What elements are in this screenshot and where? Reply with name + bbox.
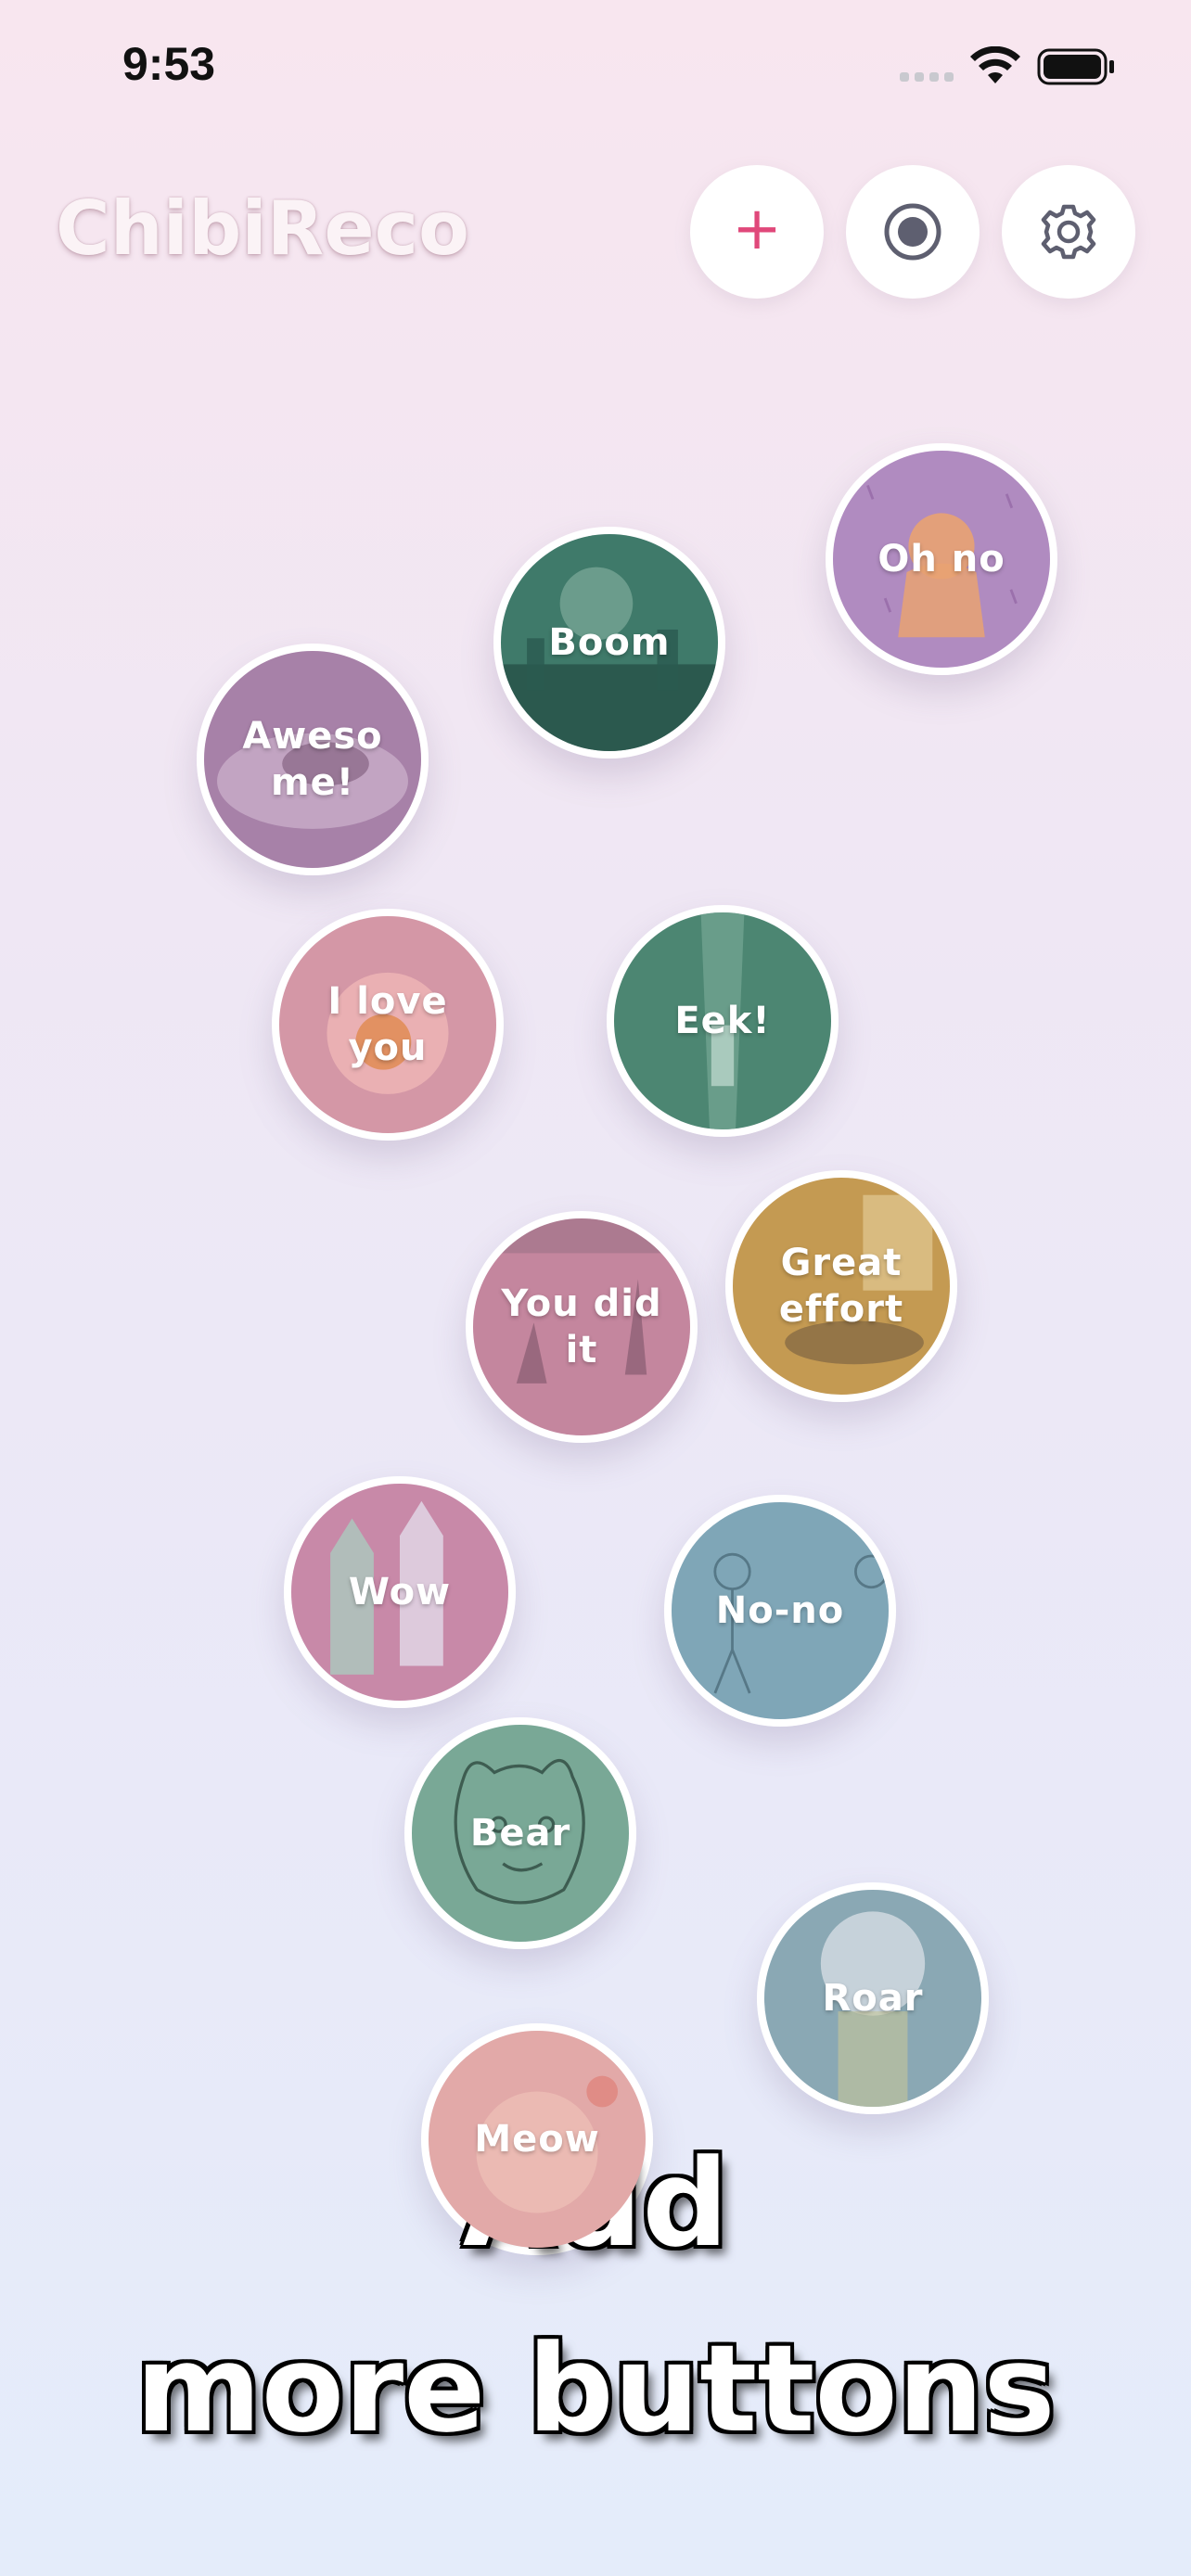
sound-button-label: Aweso me!	[242, 715, 383, 804]
status-bar: 9:53	[0, 0, 1191, 130]
sound-button-you-did-it[interactable]: You did it	[466, 1211, 698, 1443]
settings-button[interactable]	[1002, 165, 1135, 299]
wifi-icon	[970, 46, 1020, 83]
sound-button-label: Roar	[822, 1977, 924, 2020]
sound-button-label: Wow	[348, 1571, 452, 1613]
plus-icon: +	[732, 195, 782, 263]
sound-button-label: I love you	[327, 980, 448, 1069]
sound-button-label: Meow	[474, 2118, 600, 2161]
sound-button-bear[interactable]: Bear	[404, 1717, 636, 1949]
sound-button-no-no[interactable]: No-no	[664, 1495, 896, 1727]
add-button[interactable]: +	[690, 165, 824, 299]
sound-button-label: Bear	[469, 1812, 571, 1855]
battery-icon	[1037, 48, 1114, 85]
status-time: 9:53	[122, 38, 216, 90]
sound-button-label: Boom	[548, 621, 671, 664]
app-title: ChibiReco	[56, 185, 470, 272]
sound-button-great-effort[interactable]: Great effort	[725, 1170, 957, 1402]
record-icon	[884, 203, 941, 261]
cellular-signal-icon	[900, 72, 954, 82]
sound-button-roar[interactable]: Roar	[757, 1882, 989, 2114]
sound-button-wow[interactable]: Wow	[284, 1476, 516, 1708]
sound-button-awesome[interactable]: Aweso me!	[197, 644, 429, 875]
sound-button-label: Great effort	[778, 1242, 904, 1331]
gear-icon	[1041, 204, 1096, 260]
sound-button-label: No-no	[715, 1589, 845, 1632]
sound-button-eek[interactable]: Eek!	[607, 905, 839, 1137]
sound-button-boom[interactable]: Boom	[493, 527, 725, 759]
record-button[interactable]	[846, 165, 980, 299]
promo-caption-line-2: more buttons	[135, 2318, 1056, 2459]
sound-button-i-love-you[interactable]: I love you	[272, 909, 504, 1141]
sound-button-label: Eek!	[674, 1000, 771, 1042]
sound-button-label: Oh no	[877, 538, 1005, 580]
sound-button-label: You did it	[501, 1282, 662, 1371]
sound-button-oh-no[interactable]: Oh no	[826, 443, 1057, 675]
sound-button-meow[interactable]: Meow	[421, 2023, 653, 2255]
